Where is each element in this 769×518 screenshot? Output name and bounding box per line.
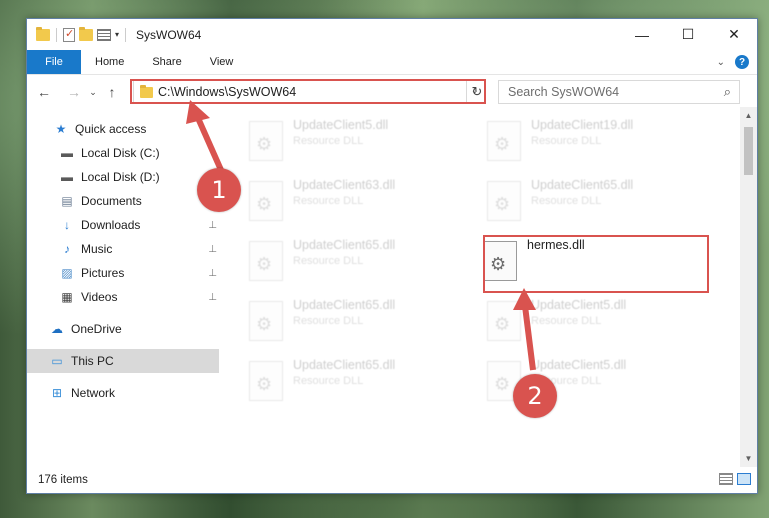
step-2-badge: 2 [513,374,557,418]
arrow-2-shaft [522,305,536,371]
step-1-badge: 1 [197,168,241,212]
arrow-2-head [513,288,536,310]
arrow-1-shaft [195,116,224,172]
annotation-arrows [186,100,536,371]
arrow-1-head [186,100,210,124]
